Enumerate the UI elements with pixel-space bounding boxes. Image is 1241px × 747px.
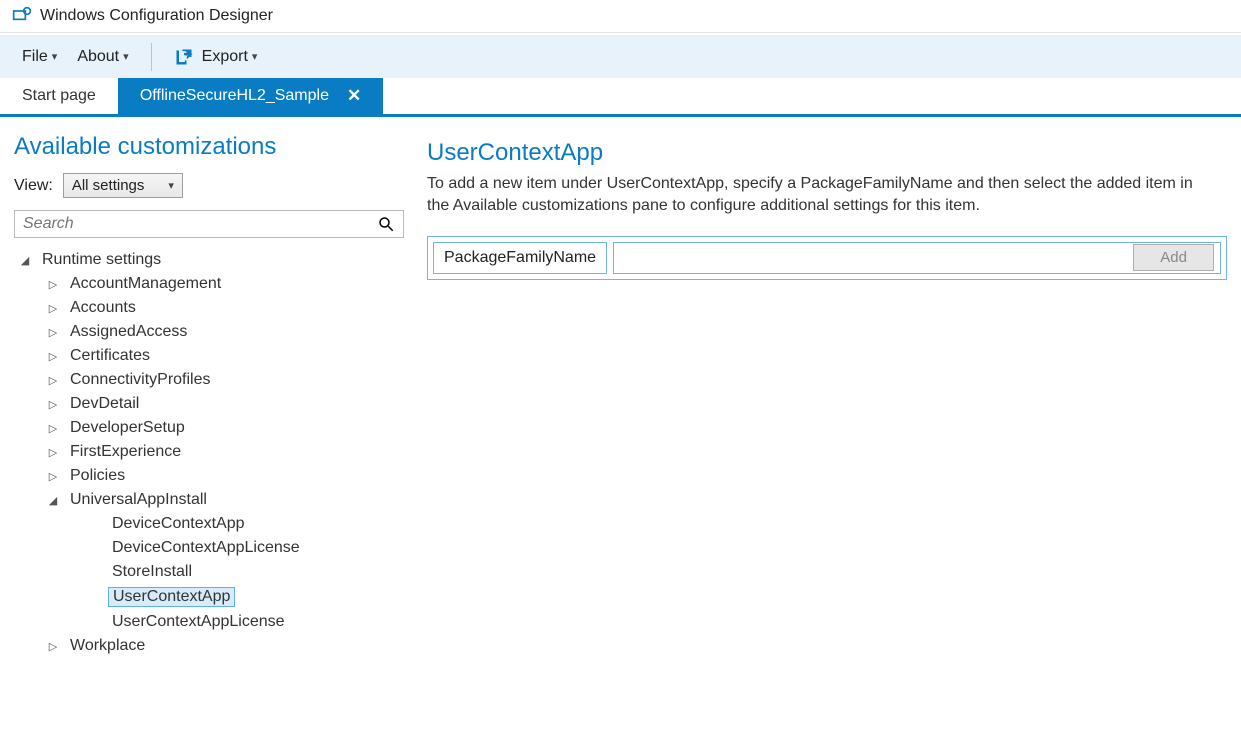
tree-node-developer-setup[interactable]: ▷ DeveloperSetup	[14, 416, 404, 440]
tree-node-accounts[interactable]: ▷ Accounts	[14, 296, 404, 320]
tree-label: AssignedAccess	[66, 323, 191, 341]
tree-label: Runtime settings	[38, 251, 165, 269]
menu-separator	[151, 43, 152, 71]
collapse-icon: ◢	[46, 494, 60, 507]
sidebar-title: Available customizations	[14, 133, 404, 161]
expand-icon: ▷	[46, 374, 60, 387]
chevron-down-icon: ▾	[168, 179, 174, 192]
view-select[interactable]: All settings ▾	[63, 173, 183, 198]
tree-node-universal-app-install[interactable]: ◢ UniversalAppInstall	[14, 488, 404, 512]
tree-label: FirstExperience	[66, 443, 185, 461]
expand-icon: ▷	[46, 350, 60, 363]
expand-icon: ▷	[46, 302, 60, 315]
tree-label: DevDetail	[66, 395, 143, 413]
tree-node-runtime-settings[interactable]: ◢ Runtime settings	[14, 248, 404, 272]
expand-icon: ▷	[46, 326, 60, 339]
app-icon	[12, 6, 32, 26]
tab-label: OfflineSecureHL2_Sample	[140, 87, 329, 105]
tree-label: StoreInstall	[108, 563, 196, 581]
tree-node-certificates[interactable]: ▷ Certificates	[14, 344, 404, 368]
expand-icon: ▷	[46, 446, 60, 459]
collapse-icon: ◢	[18, 254, 32, 267]
expand-icon: ▷	[46, 278, 60, 291]
tree-node-policies[interactable]: ▷ Policies	[14, 464, 404, 488]
tree-node-user-context-app-license[interactable]: UserContextAppLicense	[14, 610, 404, 634]
tree-node-store-install[interactable]: StoreInstall	[14, 560, 404, 584]
tab-start-page[interactable]: Start page	[0, 78, 118, 114]
view-label: View:	[14, 177, 53, 195]
expand-icon: ▷	[46, 398, 60, 411]
tree-label: DeviceContextApp	[108, 515, 249, 533]
chevron-down-icon: ▾	[123, 50, 129, 63]
tree-label: Certificates	[66, 347, 154, 365]
menu-about-label: About	[77, 48, 119, 66]
tree-node-dev-detail[interactable]: ▷ DevDetail	[14, 392, 404, 416]
tree-label: AccountManagement	[66, 275, 225, 293]
tree-label: DeviceContextAppLicense	[108, 539, 304, 557]
tab-offline-secure[interactable]: OfflineSecureHL2_Sample ✕	[118, 78, 383, 114]
menu-about[interactable]: About ▾	[69, 42, 136, 72]
page-description: To add a new item under UserContextApp, …	[427, 173, 1207, 218]
add-button[interactable]: Add	[1133, 244, 1214, 271]
chevron-down-icon: ▾	[252, 50, 258, 63]
menu-file-label: File	[22, 48, 48, 66]
menu-export[interactable]: Export ▾	[166, 41, 266, 73]
menu-export-label: Export	[202, 48, 248, 66]
page-title: UserContextApp	[427, 139, 1227, 167]
tree-label: UniversalAppInstall	[66, 491, 211, 509]
view-value: All settings	[72, 177, 145, 194]
menu-file[interactable]: File ▾	[14, 42, 65, 72]
search-icon[interactable]	[377, 215, 395, 233]
expand-icon: ▷	[46, 640, 60, 653]
tree-node-workplace[interactable]: ▷ Workplace	[14, 634, 404, 658]
tree-node-first-experience[interactable]: ▷ FirstExperience	[14, 440, 404, 464]
expand-icon: ▷	[46, 470, 60, 483]
tree-label: Policies	[66, 467, 129, 485]
close-icon[interactable]: ✕	[347, 86, 361, 106]
tree-node-user-context-app[interactable]: UserContextApp	[14, 584, 404, 610]
chevron-down-icon: ▾	[52, 50, 58, 63]
export-icon	[174, 47, 194, 67]
app-title: Windows Configuration Designer	[40, 7, 273, 25]
tree-node-device-context-app-license[interactable]: DeviceContextAppLicense	[14, 536, 404, 560]
tree-node-assigned-access[interactable]: ▷ AssignedAccess	[14, 320, 404, 344]
tree-node-account-management[interactable]: ▷ AccountManagement	[14, 272, 404, 296]
tree-label: UserContextApp	[108, 587, 235, 607]
tab-label: Start page	[22, 87, 96, 105]
search-input[interactable]	[23, 215, 377, 233]
tree-node-device-context-app[interactable]: DeviceContextApp	[14, 512, 404, 536]
tree-label: Accounts	[66, 299, 140, 317]
tree-label: UserContextAppLicense	[108, 613, 289, 631]
tree-node-connectivity-profiles[interactable]: ▷ ConnectivityProfiles	[14, 368, 404, 392]
expand-icon: ▷	[46, 422, 60, 435]
package-family-name-input[interactable]	[620, 243, 1125, 273]
tree-label: DeveloperSetup	[66, 419, 189, 437]
field-label-package-family-name: PackageFamilyName	[433, 242, 607, 274]
tree-label: Workplace	[66, 637, 149, 655]
tree-label: ConnectivityProfiles	[66, 371, 215, 389]
